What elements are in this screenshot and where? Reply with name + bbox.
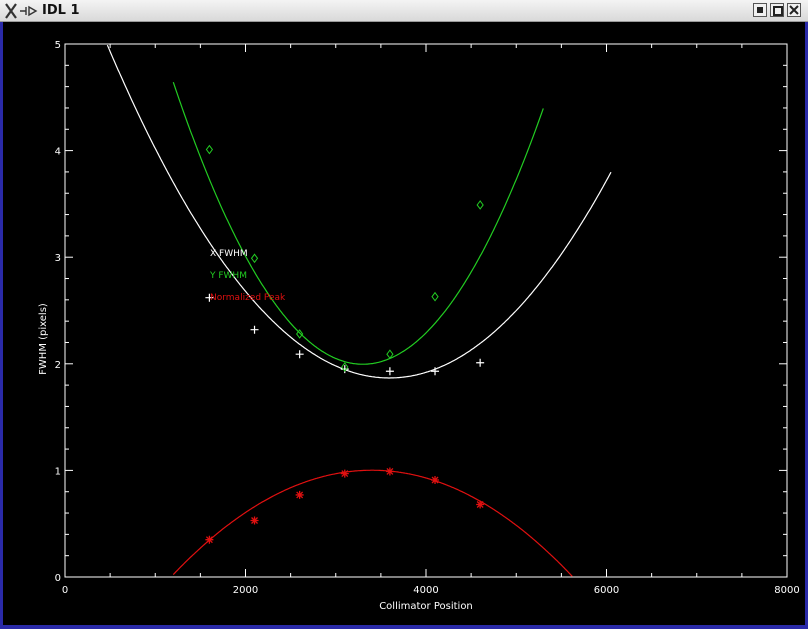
y-axis-label: FWHM (pixels) xyxy=(38,303,49,375)
x-logo-icon[interactable] xyxy=(4,2,38,20)
x-tick-label: 2000 xyxy=(233,585,258,596)
normalized-peak-fit-curve xyxy=(172,469,573,577)
y-fwhm-point xyxy=(431,291,439,302)
x-fwhm-point xyxy=(295,350,304,359)
x-axis-label: Collimator Position xyxy=(379,601,473,612)
minimize-icon[interactable] xyxy=(753,3,767,17)
y-tick-label: 2 xyxy=(55,360,61,371)
x-tick-label: 0 xyxy=(62,585,68,596)
x-tick-label: 6000 xyxy=(594,585,619,596)
y-tick-label: 3 xyxy=(55,253,61,264)
window-titlebar: IDL 1 xyxy=(0,0,808,22)
normalized-peak-point xyxy=(250,516,259,525)
x-fwhm-point xyxy=(476,358,485,367)
normalized-peak-point xyxy=(385,467,394,476)
legend-entry: X FWHM xyxy=(210,249,248,259)
y-tick-label: 0 xyxy=(55,573,61,584)
normalized-peak-point xyxy=(205,535,214,544)
normalized-peak-point xyxy=(340,469,349,478)
chart-legend: X FWHM Y FWHM Normalized Peak xyxy=(209,249,286,303)
y-fwhm-point xyxy=(476,200,484,210)
legend-entry: Normalized Peak xyxy=(210,293,286,303)
x-tick-label: 8000 xyxy=(774,585,799,596)
normalized-peak-point xyxy=(295,490,304,499)
normalized-peak-point xyxy=(476,500,485,509)
normalized-peak-point xyxy=(431,475,440,484)
x-fwhm-point xyxy=(250,325,259,334)
y-tick-label: 5 xyxy=(55,40,61,51)
fwhm-chart: 0 2000 4000 6000 8000 0 1 2 3 4 5 Collimator Posit… xyxy=(38,40,800,612)
x-fwhm-point xyxy=(385,367,394,376)
legend-entry: Y FWHM xyxy=(209,271,247,281)
y-fwhm-point xyxy=(250,253,259,264)
x-fwhm-fit-curve xyxy=(106,44,612,379)
y-fwhm-fit-curve xyxy=(172,82,544,365)
y-tick-label: 1 xyxy=(55,466,61,477)
close-icon[interactable] xyxy=(787,3,801,17)
plot-window: 0 2000 4000 6000 8000 0 1 2 3 4 5 Collimator Posit… xyxy=(0,22,808,629)
y-tick-label: 4 xyxy=(55,147,61,158)
y-fwhm-point xyxy=(205,144,214,155)
x-tick-label: 4000 xyxy=(413,585,438,596)
window-title: IDL 1 xyxy=(42,3,80,18)
plot-area-frame xyxy=(64,43,788,578)
maximize-icon[interactable] xyxy=(770,3,784,17)
